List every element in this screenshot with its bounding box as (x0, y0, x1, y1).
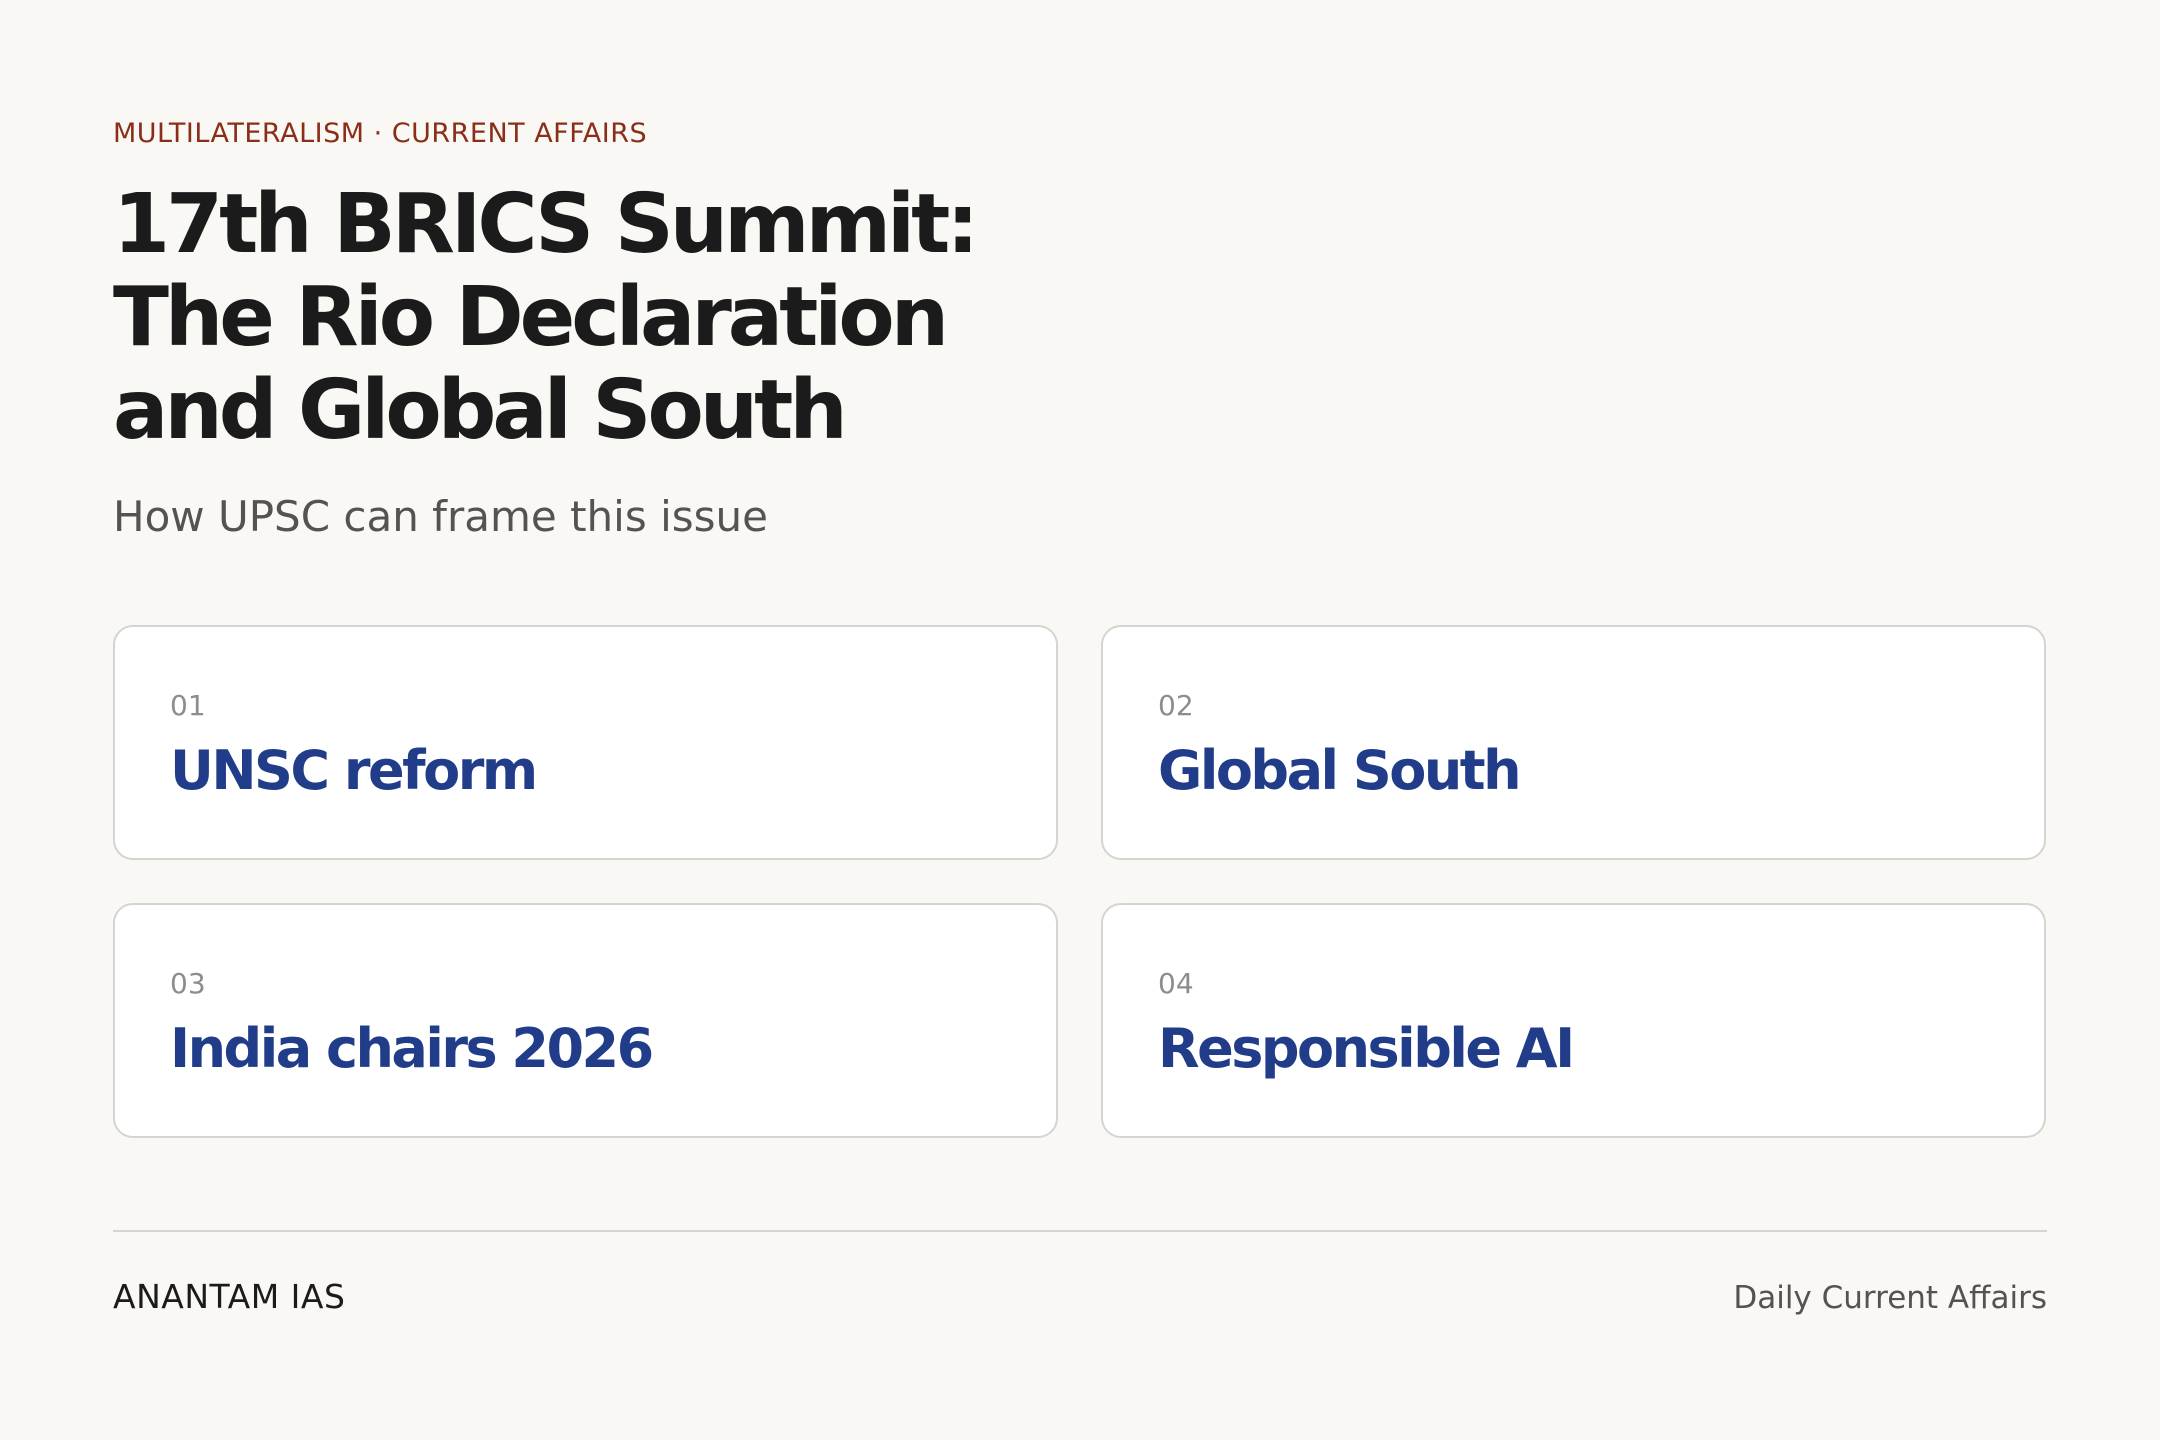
topic-card-responsible-ai: 04 Responsible AI (1101, 903, 2046, 1138)
title-line: 17th BRICS Summit: (113, 177, 979, 272)
title-line: The Rio Declaration (113, 270, 949, 365)
topic-card-india-chairs: 03 India chairs 2026 (113, 903, 1058, 1138)
category-kicker: MULTILATERALISM · CURRENT AFFAIRS (113, 118, 648, 149)
card-label: Global South (1158, 739, 1522, 802)
card-label: UNSC reform (170, 739, 538, 802)
card-label: Responsible AI (1158, 1017, 1575, 1080)
slide: MULTILATERALISM · CURRENT AFFAIRS 17th B… (113, 0, 2047, 1440)
title-line: and Global South (113, 363, 848, 458)
card-number: 03 (170, 967, 206, 1000)
footer-divider (113, 1230, 2047, 1232)
topic-card-unsc-reform: 01 UNSC reform (113, 625, 1058, 860)
subtitle: How UPSC can frame this issue (113, 492, 768, 541)
topic-card-global-south: 02 Global South (1101, 625, 2046, 860)
footer-tagline: Daily Current Affairs (1733, 1280, 2047, 1316)
page-title: 17th BRICS Summit: The Rio Declaration a… (113, 178, 1113, 457)
card-number: 04 (1158, 967, 1194, 1000)
card-number: 01 (170, 689, 206, 722)
card-number: 02 (1158, 689, 1194, 722)
brand-name: ANANTAM IAS (113, 1277, 346, 1316)
card-label: India chairs 2026 (170, 1017, 654, 1080)
